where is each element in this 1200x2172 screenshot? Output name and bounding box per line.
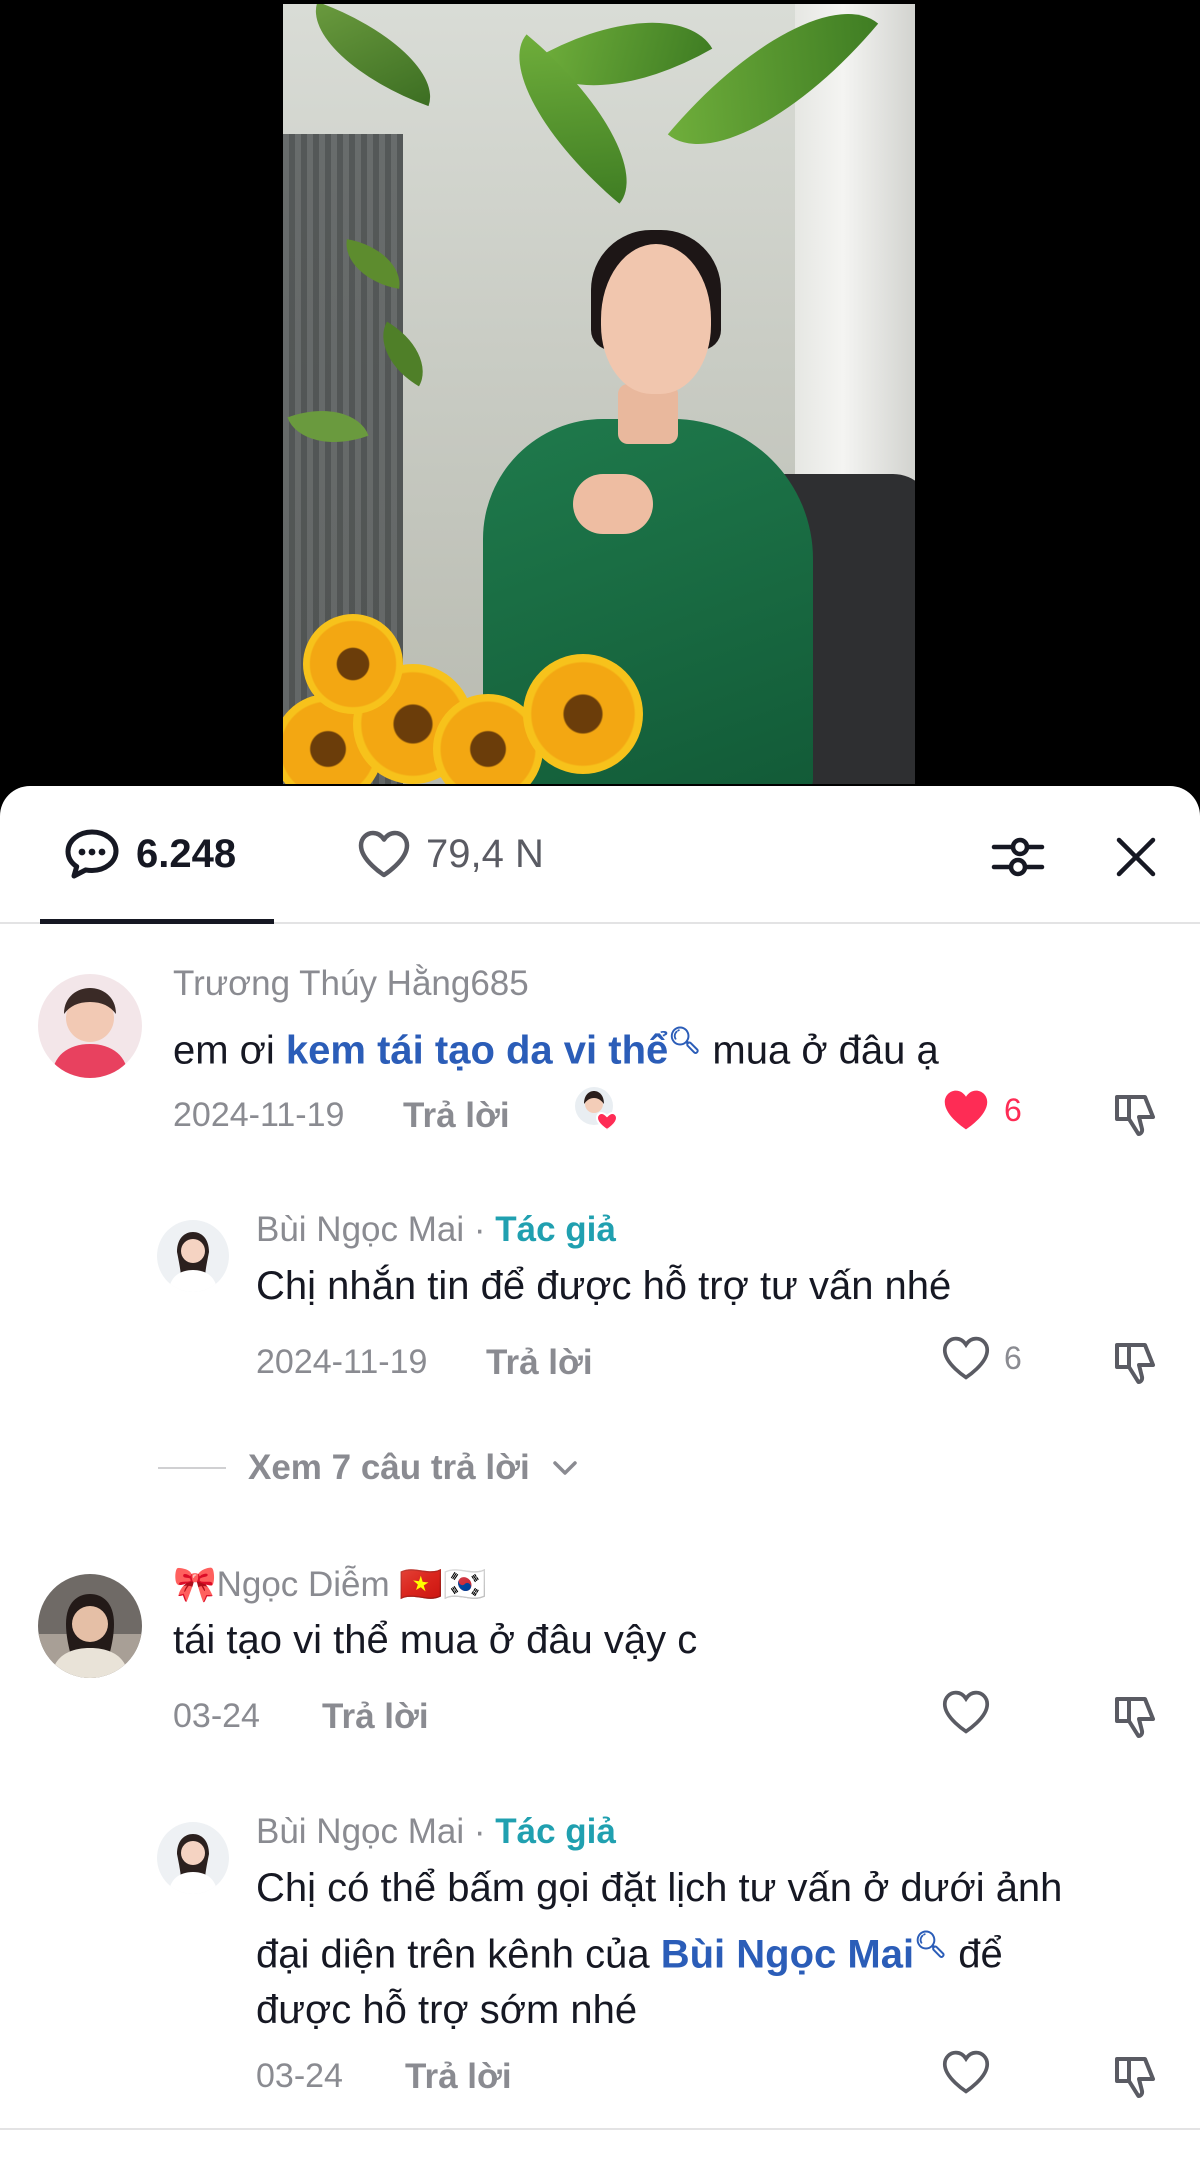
comment-username: Bùi Ngọc Mai · Tác giả: [256, 1812, 616, 1852]
search-icon[interactable]: 🔍︎: [668, 1025, 701, 1055]
search-link[interactable]: Bùi Ngọc Mai: [661, 1932, 914, 1976]
comment-username[interactable]: Trương Thúy Hằng685: [173, 964, 529, 1004]
dislike-button[interactable]: [1108, 1688, 1164, 1744]
comment-username[interactable]: 🎀Ngọc Diễm 🇻🇳🇰🇷: [173, 1564, 487, 1605]
comment-text-line: Chị có thể bấm gọi đặt lịch tư vấn ở dướ…: [256, 1866, 1063, 1910]
comment-count: 6.248: [136, 831, 237, 876]
comment-username: Bùi Ngọc Mai · Tác giả: [256, 1210, 616, 1250]
comment-date: 2024-11-19: [173, 1096, 345, 1134]
comment-text-line: được hỗ trợ sớm nhé: [256, 1988, 638, 2033]
like-button[interactable]: 6: [940, 1086, 1022, 1134]
close-button[interactable]: [1108, 829, 1164, 885]
comment-text: Chị có thể bấm gọi đặt lịch tư vấn ở dướ…: [256, 1860, 1062, 2038]
bottom-divider: [0, 2128, 1200, 2130]
like-button[interactable]: [940, 2048, 992, 2096]
comment-text-line: đại diện trên kênh của Bùi Ngọc Mai🔍︎ để: [256, 1916, 1062, 1982]
comment-text: Chị nhắn tin để được hỗ trợ tư vấn nhé: [256, 1264, 952, 1308]
comment-like-count: 6: [1004, 1339, 1022, 1376]
avatar[interactable]: [38, 1574, 142, 1678]
reply-username[interactable]: Bùi Ngọc Mai: [256, 1210, 464, 1249]
comment-date: 03-24: [256, 2057, 343, 2095]
like-count: 79,4 N: [426, 831, 544, 876]
comment-text-part: đại diện trên kênh của: [256, 1932, 661, 1977]
dislike-icon: [1115, 1343, 1155, 1384]
comment-text-part: em ơi: [173, 1028, 286, 1073]
chevron-down-icon: [552, 1461, 577, 1475]
heart-outline-icon: [942, 1336, 990, 1380]
avatar[interactable]: [157, 1822, 229, 1894]
comment-date: 2024-11-19: [256, 1343, 428, 1381]
heart-outline-icon: [358, 830, 410, 878]
tab-likes[interactable]: 79,4 N: [356, 786, 544, 922]
video-player[interactable]: [0, 0, 1200, 800]
avatar[interactable]: [38, 974, 142, 1078]
dislike-button[interactable]: [1108, 1334, 1164, 1390]
divider: [158, 1467, 226, 1469]
comment-sheet-header: 6.248 79,4 N: [0, 786, 1200, 924]
separator: ·: [464, 1812, 496, 1851]
comment-text-part: mua ở đâu ạ: [701, 1028, 939, 1073]
dislike-button[interactable]: [1108, 1086, 1164, 1142]
reply-button[interactable]: Trả lời: [405, 2057, 512, 2097]
comment-date: 03-24: [173, 1697, 260, 1735]
like-button[interactable]: [940, 1688, 992, 1736]
comment-bubble-icon: [65, 829, 119, 879]
author-tag: Tác giả: [495, 1812, 616, 1851]
heart-filled-icon: [944, 1090, 988, 1130]
heart-outline-icon: [942, 1690, 990, 1734]
like-button[interactable]: 6: [940, 1334, 1022, 1382]
comment-sheet: 6.248 79,4 N Trương Thúy Hằng685 em ơi k…: [0, 786, 1200, 2172]
comment-text: tái tạo vi thể mua ở đâu vậy c: [173, 1618, 698, 1662]
reply-button[interactable]: Trả lời: [322, 1697, 429, 1737]
dislike-button[interactable]: [1108, 2048, 1164, 2104]
filter-button[interactable]: [990, 829, 1046, 885]
dislike-icon: [1115, 2057, 1155, 2098]
view-more-replies[interactable]: Xem 7 câu trả lời: [158, 1448, 578, 1488]
active-tab-indicator: [40, 919, 274, 924]
reply-username[interactable]: Bùi Ngọc Mai: [256, 1812, 464, 1851]
reply-button[interactable]: Trả lời: [486, 1343, 593, 1383]
reply-button[interactable]: Trả lời: [403, 1096, 510, 1136]
avatar[interactable]: [157, 1220, 229, 1292]
comment-text-part: để: [947, 1932, 1003, 1977]
view-more-label: Xem 7 câu trả lời: [248, 1448, 530, 1487]
search-icon[interactable]: 🔍︎: [914, 1929, 947, 1959]
separator: ·: [464, 1210, 496, 1249]
tab-comments[interactable]: 6.248: [40, 786, 274, 924]
close-icon: [1116, 837, 1156, 877]
comment-like-count: 6: [1004, 1091, 1022, 1128]
dislike-icon: [1115, 1697, 1155, 1738]
heart-outline-icon: [942, 2050, 990, 2094]
dislike-icon: [1115, 1095, 1155, 1136]
author-tag: Tác giả: [495, 1210, 616, 1249]
search-link[interactable]: kem tái tạo da vi thể: [286, 1028, 668, 1072]
video-thumbnail: [283, 4, 915, 784]
comment-text: em ơi kem tái tạo da vi thể🔍︎ mua ở đâu …: [173, 1012, 939, 1078]
creator-liked-badge: [574, 1086, 620, 1132]
filter-icon: [991, 837, 1045, 877]
